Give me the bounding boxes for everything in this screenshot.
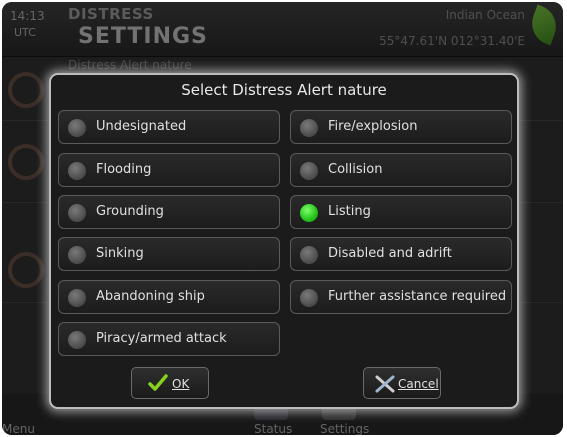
option-label: Grounding [96, 204, 164, 219]
option-label: Piracy/armed attack [96, 331, 227, 346]
option-piracy-armed-attack[interactable]: Piracy/armed attack [58, 322, 280, 356]
radio-indicator [68, 246, 86, 264]
option-sinking[interactable]: Sinking [58, 237, 280, 271]
checkmark-icon [148, 374, 168, 391]
option-flooding[interactable]: Flooding [58, 153, 280, 187]
cancel-label: Cancel [398, 377, 439, 391]
radio-indicator [68, 204, 86, 222]
option-label: Fire/explosion [328, 119, 418, 134]
device-screen: 14:13 UTC DISTRESS SETTINGS Indian Ocean… [2, 2, 563, 435]
option-label: Further assistance required [328, 289, 507, 304]
radio-indicator [300, 162, 318, 180]
radio-indicator [300, 119, 318, 137]
radio-selected-indicator [300, 204, 318, 222]
option-label: Disabled and adrift [328, 246, 452, 261]
radio-indicator [68, 331, 86, 349]
distress-nature-dialog: Select Distress Alert nature Undesignate… [49, 73, 519, 409]
radio-indicator [300, 289, 318, 307]
option-label: Listing [328, 204, 371, 219]
option-undesignated[interactable]: Undesignated [58, 110, 280, 144]
option-label: Abandoning ship [96, 289, 205, 304]
radio-indicator [68, 162, 86, 180]
radio-indicator [300, 246, 318, 264]
dialog-title: Select Distress Alert nature [181, 81, 387, 99]
option-abandoning-ship[interactable]: Abandoning ship [58, 280, 280, 314]
ok-button[interactable]: OK [131, 367, 209, 399]
option-listing[interactable]: Listing [290, 195, 512, 229]
tools-cancel-icon [375, 375, 395, 393]
option-grounding[interactable]: Grounding [58, 195, 280, 229]
option-fire-explosion[interactable]: Fire/explosion [290, 110, 512, 144]
option-label: Sinking [96, 246, 144, 261]
radio-indicator [68, 119, 86, 137]
option-label: Flooding [96, 162, 152, 177]
option-collision[interactable]: Collision [290, 153, 512, 187]
radio-indicator [68, 289, 86, 307]
option-further-assistance[interactable]: Further assistance required [290, 280, 512, 314]
ok-label: OK [172, 377, 190, 391]
option-label: Collision [328, 162, 383, 177]
cancel-button[interactable]: Cancel [363, 367, 441, 399]
option-disabled-adrift[interactable]: Disabled and adrift [290, 237, 512, 271]
option-label: Undesignated [96, 119, 187, 134]
